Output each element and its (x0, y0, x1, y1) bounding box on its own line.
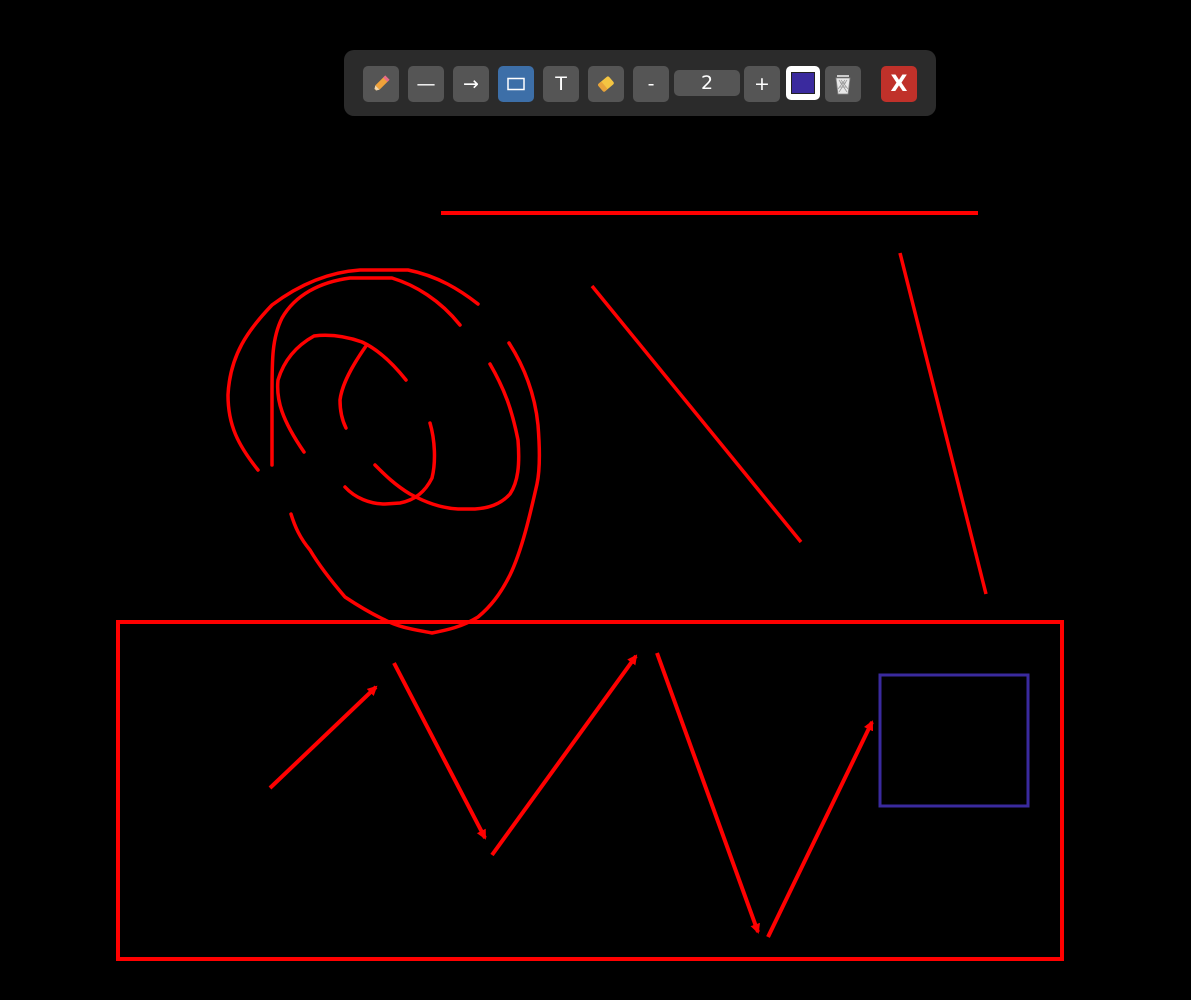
pencil-icon (370, 73, 392, 95)
scribble-stroke (343, 421, 437, 506)
line-icon: — (416, 73, 436, 95)
brush-size-display: 2 (674, 70, 740, 96)
clear-canvas-button[interactable] (825, 66, 861, 102)
rectangle-shape (116, 620, 1064, 961)
drawing-toolbar: — → T - 2 + X (344, 50, 936, 116)
arrow-shape (268, 685, 378, 790)
decrease-size-label: - (647, 73, 655, 95)
arrow-shape (655, 652, 760, 934)
straight-line (898, 252, 988, 595)
scribble-stroke (338, 344, 368, 430)
increase-size-button[interactable]: + (744, 66, 780, 102)
color-picker[interactable] (786, 66, 820, 100)
straight-line (590, 284, 803, 544)
rectangle-tool-button[interactable] (498, 66, 534, 102)
freehand-scribble (226, 268, 542, 635)
arrows (268, 652, 874, 938)
pen-tool-button[interactable] (363, 66, 399, 102)
text-tool-label: T (555, 73, 567, 95)
rectangle-icon (507, 77, 525, 91)
arrow-shape (490, 654, 638, 857)
close-label: X (890, 71, 908, 97)
increase-size-label: + (754, 73, 770, 95)
scribble-stroke (226, 268, 480, 472)
arrow-shape (392, 662, 487, 840)
scribble-stroke (373, 362, 521, 511)
close-button[interactable]: X (881, 66, 917, 102)
arrow-shape (766, 720, 874, 938)
drawing-canvas[interactable] (0, 0, 1191, 1000)
selected-color-swatch (791, 72, 815, 94)
rectangle-shape-selected-color (878, 673, 1030, 808)
eraser-tool-button[interactable] (588, 66, 624, 102)
text-tool-button[interactable]: T (543, 66, 579, 102)
arrow-tool-button[interactable]: → (453, 66, 489, 102)
eraser-icon (595, 73, 617, 95)
trash-icon (833, 73, 853, 95)
line-tool-button[interactable]: — (408, 66, 444, 102)
arrow-icon: → (463, 73, 479, 95)
decrease-size-button[interactable]: - (633, 66, 669, 102)
